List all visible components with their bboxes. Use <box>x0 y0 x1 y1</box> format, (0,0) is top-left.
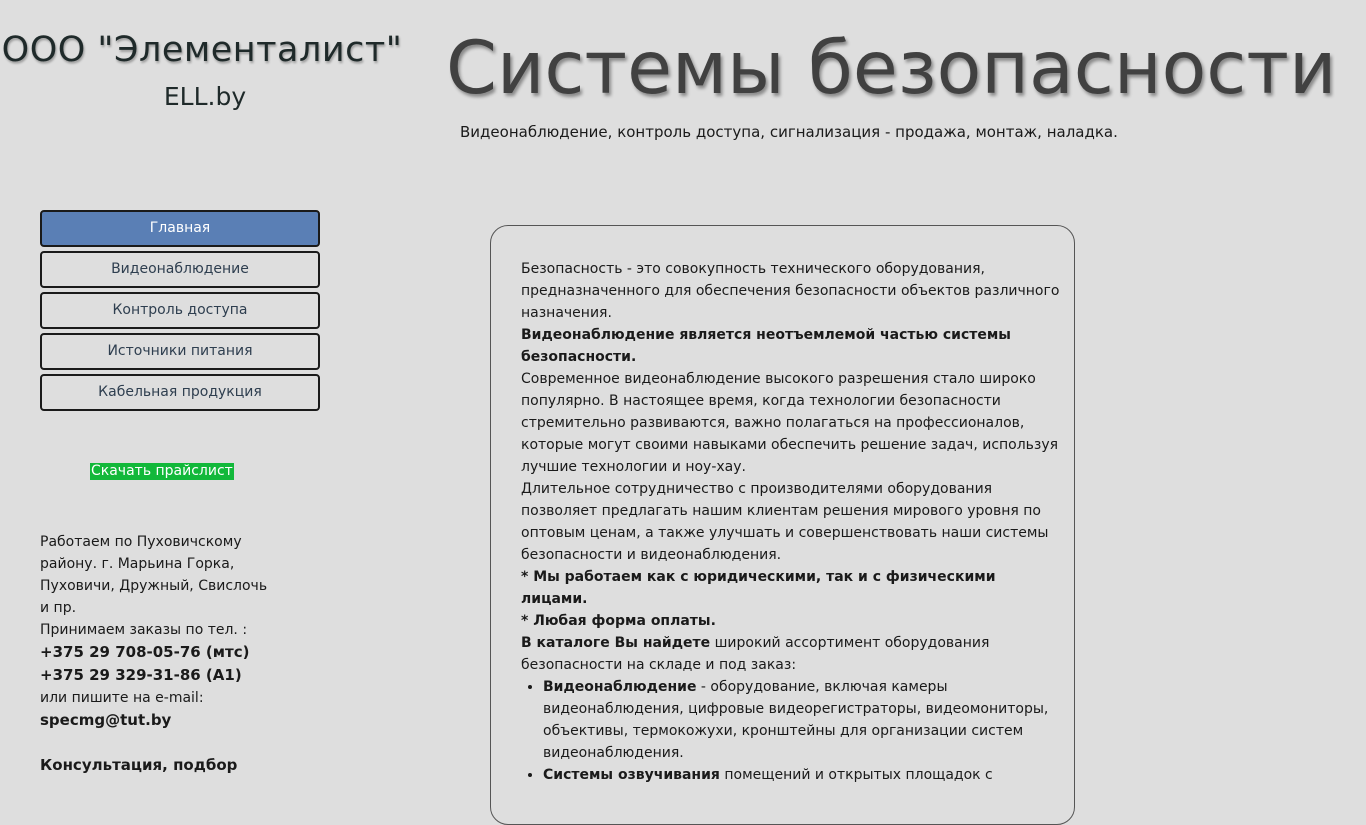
list-item-title: Видеонаблюдение <box>543 679 697 695</box>
content-text: Безопасность - это совокупность техничес… <box>521 258 1061 786</box>
list-item-text: помещений и открытых площадок с <box>719 767 993 783</box>
modern-video-paragraph: Современное видеонаблюдение высокого раз… <box>521 371 1059 475</box>
phone-a1: +375 29 329-31-86 (А1) <box>40 666 242 684</box>
video-statement: Видеонаблюдение является неотъемлемой ча… <box>521 327 1011 365</box>
list-item-title: Системы озвучивания <box>543 767 720 783</box>
email-address: specmg@tut.by <box>40 711 172 729</box>
list-item: Системы озвучивания помещений и открытых… <box>543 764 1061 786</box>
site-domain: ELL.by <box>163 82 247 111</box>
download-pricelist-link[interactable]: Скачать прайслист <box>90 463 234 480</box>
catalog-lead: В каталоге Вы найдете <box>521 635 711 651</box>
nav-item-video[interactable]: Видеонаблюдение <box>40 251 320 288</box>
phone-intro: Принимаем заказы по тел. : <box>40 622 248 638</box>
intro-paragraph: Безопасность - это совокупность техничес… <box>521 261 1060 321</box>
consult-heading: Консультация, подбор <box>40 756 238 774</box>
nav-item-home[interactable]: Главная <box>40 210 320 247</box>
list-item: Видеонаблюдение - оборудование, включая … <box>543 676 1061 764</box>
tagline: Видеонаблюдение, контроль доступа, сигна… <box>460 123 1118 141</box>
phone-mts: +375 29 708-05-76 (мтс) <box>40 643 250 661</box>
page-title: Системы безопасности <box>446 26 1337 111</box>
nav-item-cable-products[interactable]: Кабельная продукция <box>40 374 320 411</box>
email-intro: или пишите на e-mail: <box>40 690 204 706</box>
catalog-list: Видеонаблюдение - оборудование, включая … <box>521 676 1061 786</box>
contacts-block: Работаем по Пуховичскому району. г. Марь… <box>40 531 280 777</box>
clients-note: * Мы работаем как с юридическими, так и … <box>521 569 996 607</box>
service-region: Работаем по Пуховичскому району. г. Марь… <box>40 534 268 616</box>
main-nav: Главная Видеонаблюдение Контроль доступа… <box>40 210 320 415</box>
nav-item-access-control[interactable]: Контроль доступа <box>40 292 320 329</box>
cooperation-paragraph: Длительное сотрудничество с производител… <box>521 481 1049 563</box>
company-name: ООО "Элементалист" <box>1 30 403 70</box>
payment-note: * Любая форма оплаты. <box>521 613 716 629</box>
nav-item-power-supplies[interactable]: Источники питания <box>40 333 320 370</box>
